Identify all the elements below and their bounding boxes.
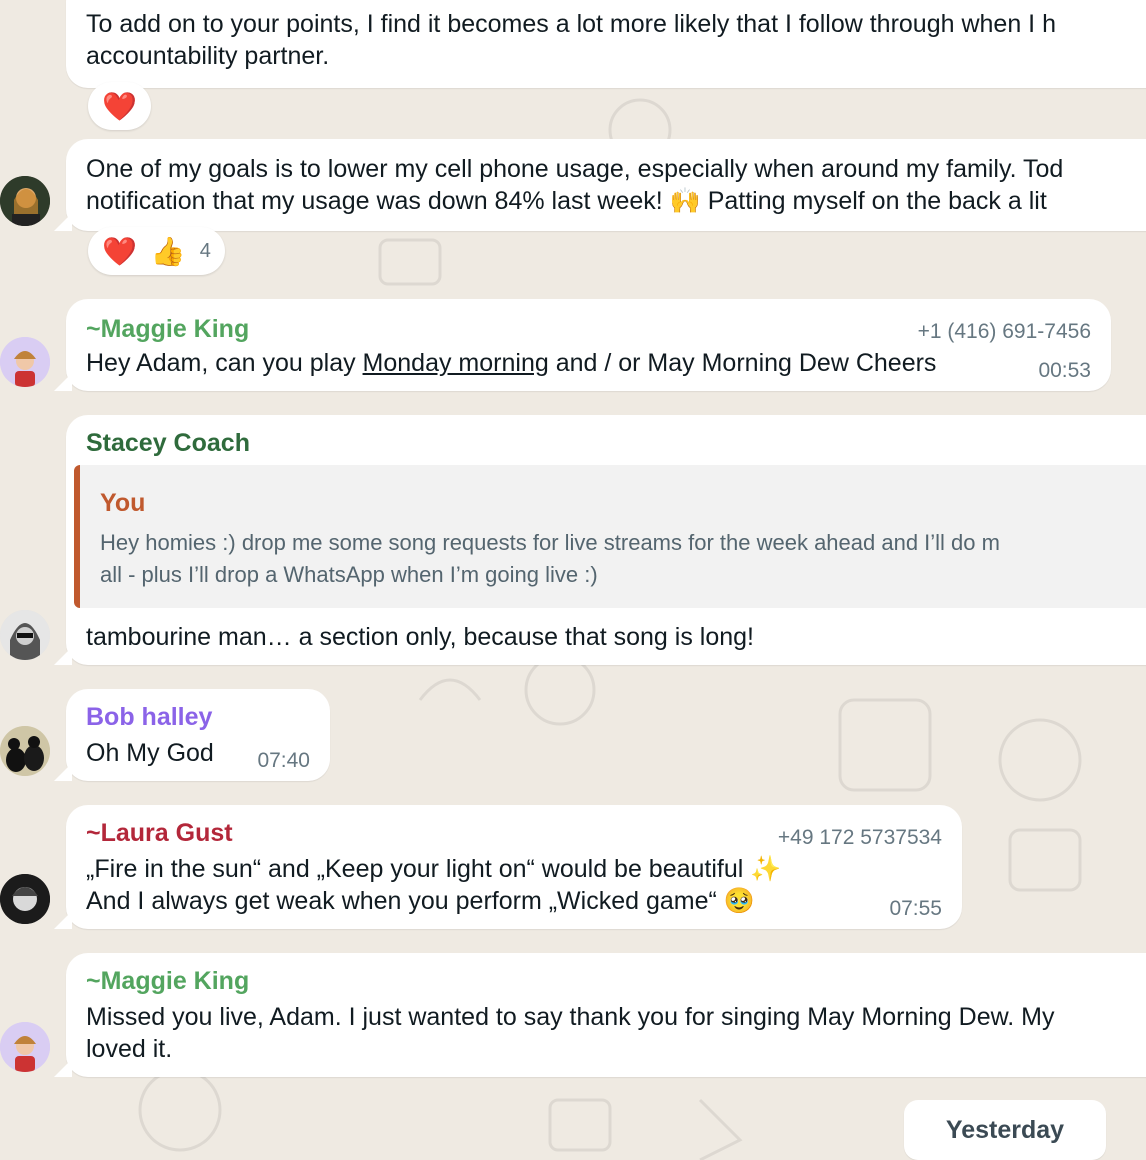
message-text: Oh My God: [86, 739, 214, 767]
sender-name[interactable]: Bob halley: [86, 701, 212, 733]
quote-author: You: [100, 489, 146, 517]
message-time: 07:40: [257, 749, 310, 772]
message-bubble-5[interactable]: Bob halley Oh My God 07:40: [54, 689, 330, 781]
sender-phone: +1 (416) 691-7456: [917, 320, 1091, 343]
message-text: tambourine man… a section only, because …: [86, 623, 754, 651]
message-text-line: One of my goals is to lower my cell phon…: [86, 155, 1064, 183]
date-divider: Yesterday: [904, 1100, 1106, 1160]
message-link[interactable]: Monday morning: [363, 349, 549, 377]
message-text: Hey Adam, can you play Monday morning an…: [86, 349, 937, 377]
reaction-count: 4: [199, 239, 211, 262]
message-bubble-4[interactable]: Stacey Coach You Hey homies :) drop me s…: [54, 415, 1146, 665]
quote-text-line: all - plus I’ll drop a WhatsApp when I’m…: [100, 562, 598, 587]
sender-name[interactable]: ~Maggie King: [86, 965, 249, 997]
quoted-message[interactable]: You Hey homies :) drop me some song requ…: [74, 465, 1146, 608]
message-time: 00:53: [1038, 359, 1091, 382]
message-bubble-2[interactable]: One of my goals is to lower my cell phon…: [54, 139, 1146, 231]
message-text-line: accountability partner.: [86, 42, 330, 70]
avatar[interactable]: [0, 337, 50, 387]
heart-reaction-icon[interactable]: ❤️: [102, 90, 137, 123]
sender-name[interactable]: ~Laura Gust: [86, 817, 233, 849]
message-bubble-3[interactable]: ~Maggie King +1 (416) 691-7456 Hey Adam,…: [54, 299, 1111, 391]
avatar[interactable]: [0, 176, 50, 226]
message-text-line: To add on to your points, I find it beco…: [86, 10, 1056, 38]
reaction-bar-1[interactable]: ❤️: [88, 82, 151, 130]
message-text-line: loved it.: [86, 1035, 173, 1063]
heart-reaction-icon[interactable]: ❤️: [102, 235, 137, 268]
reaction-bar-2[interactable]: ❤️ 👍 4: [88, 227, 225, 275]
message-bubble-6[interactable]: ~Laura Gust +49 172 5737534 „Fire in the…: [54, 805, 962, 929]
avatar[interactable]: [0, 726, 50, 776]
sender-phone: +49 172 5737534: [777, 826, 942, 849]
quote-text-line: Hey homies :) drop me some song requests…: [100, 530, 1000, 555]
message-bubble-7[interactable]: ~Maggie King Missed you live, Adam. I ju…: [54, 953, 1146, 1077]
avatar[interactable]: [0, 1022, 50, 1072]
sender-name[interactable]: Stacey Coach: [86, 427, 250, 459]
message-text-line: Missed you live, Adam. I just wanted to …: [86, 1003, 1055, 1031]
message-time: 07:55: [889, 897, 942, 920]
message-text-line: notification that my usage was down 84% …: [86, 187, 1047, 215]
message-bubble-1[interactable]: To add on to your points, I find it beco…: [66, 0, 1146, 88]
avatar[interactable]: [0, 874, 50, 924]
message-text-line: „Fire in the sun“ and „Keep your light o…: [86, 855, 782, 883]
thumbs-up-reaction-icon[interactable]: 👍: [151, 235, 186, 268]
avatar[interactable]: [0, 610, 50, 660]
sender-name[interactable]: ~Maggie King: [86, 313, 249, 345]
message-text-line: And I always get weak when you perform „…: [86, 887, 755, 915]
